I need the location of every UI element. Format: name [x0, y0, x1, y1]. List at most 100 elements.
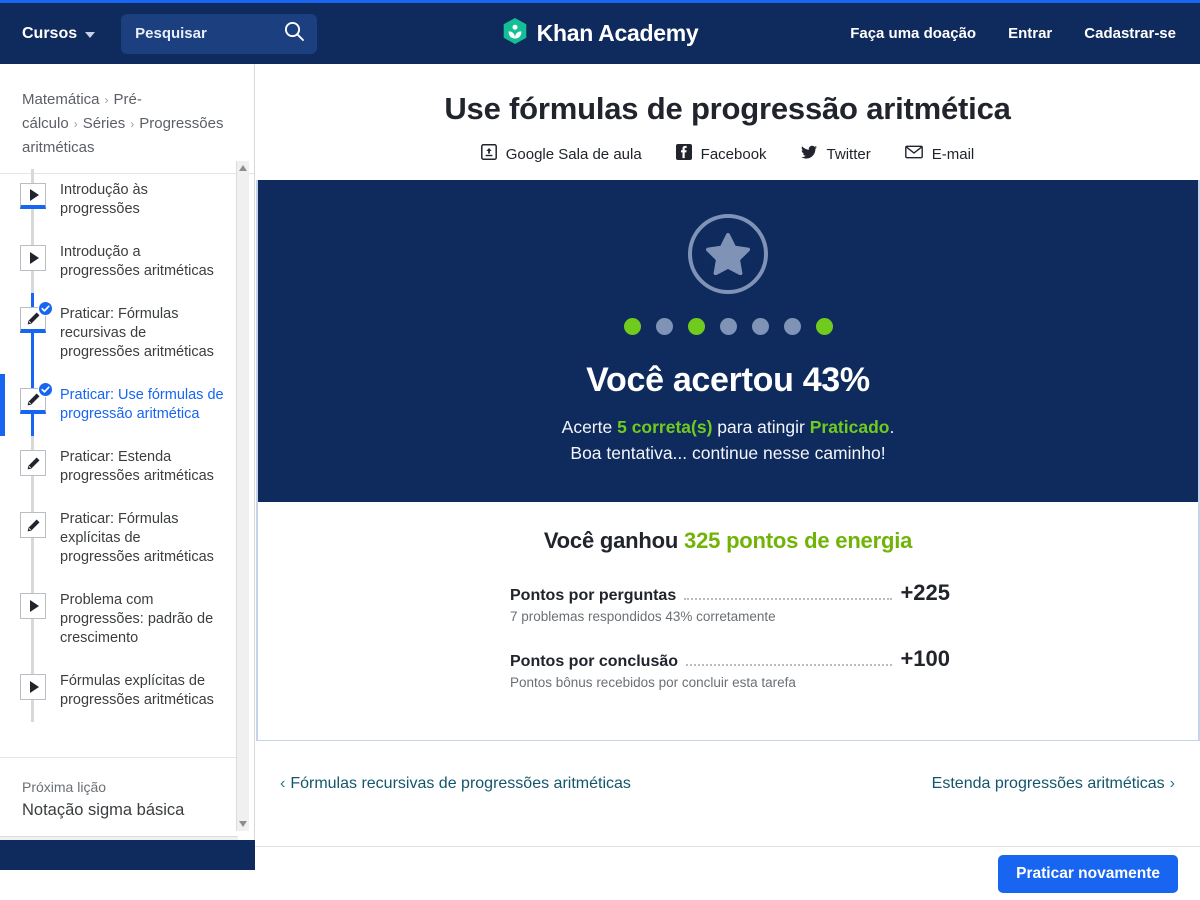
lesson-item-4[interactable]: Praticar: Estenda progressões aritmética…	[0, 436, 238, 498]
next-lesson-link[interactable]: Estenda progressões aritméticas ›	[932, 775, 1180, 793]
points-row-label: Pontos por perguntas	[510, 587, 677, 604]
previous-lesson-label: Fórmulas recursivas de progressões aritm…	[290, 775, 631, 792]
share-facebook[interactable]: Facebook	[675, 144, 767, 164]
breadcrumb-item-2[interactable]: Séries	[83, 115, 126, 132]
results-hero: Você acertou 43% Acerte 5 correta(s) par…	[258, 180, 1198, 502]
sidebar-bottom-strip	[0, 840, 255, 870]
lesson-item-7[interactable]: Fórmulas explícitas de progressões aritm…	[0, 660, 238, 722]
pencil-icon	[20, 512, 46, 538]
share-email[interactable]: E-mail	[904, 145, 975, 163]
video-icon	[20, 183, 46, 209]
exercise-icon-wrap	[20, 301, 53, 333]
lesson-list[interactable]: Introdução às progressões Introdução a p…	[0, 161, 238, 831]
share-label: Facebook	[700, 145, 767, 163]
lesson-pager: ‹ Fórmulas recursivas de progressões arit…	[255, 741, 1200, 793]
video-icon	[20, 245, 46, 271]
signup-link[interactable]: Cadastrar-se	[1084, 25, 1176, 42]
result-dot-6	[815, 318, 833, 335]
sidebar: Matemática › Pré-cálculo › Séries › Progressõe…	[0, 64, 255, 870]
google-classroom-icon	[480, 144, 497, 164]
lesson-item-3[interactable]: Praticar: Use fórmulas de progressão ari…	[0, 374, 238, 436]
top-navigation-bar: Cursos Pesquisar Khan Academy Faça uma d…	[0, 0, 1200, 64]
lesson-item-label: Introdução a progressões aritméticas	[60, 244, 214, 279]
lesson-item-label: Problema com progressões: padrão de cres…	[60, 592, 214, 646]
lesson-item-5[interactable]: Praticar: Fórmulas explícitas de progres…	[0, 498, 238, 579]
nav-left-group: Cursos Pesquisar	[0, 13, 318, 54]
leader-dots	[684, 598, 893, 600]
email-icon	[904, 145, 923, 163]
subtext-correct-count: 5 correta(s)	[617, 417, 713, 437]
chevron-right-icon: ›	[1169, 775, 1175, 792]
progress-rail	[31, 498, 34, 579]
next-lesson-section[interactable]: Próxima lição Notação sigma básica	[0, 757, 238, 832]
next-lesson-label: Próxima lição	[22, 779, 107, 795]
scroll-down-arrow-icon[interactable]	[239, 821, 247, 827]
donate-link[interactable]: Faça uma doação	[850, 25, 976, 42]
lesson-item-label: Praticar: Use fórmulas de progressão ari…	[60, 387, 224, 422]
encouragement-text: Boa tentativa... continue nesse caminho!	[570, 443, 886, 463]
lesson-item-6[interactable]: Problema com progressões: padrão de cres…	[0, 579, 238, 660]
points-row-questions: Pontos por perguntas +225 7 problemas re…	[258, 580, 1198, 624]
facebook-icon	[675, 144, 692, 164]
lesson-item-1[interactable]: Introdução a progressões aritméticas	[0, 231, 238, 293]
points-row-top: Pontos por conclusão +100	[510, 646, 950, 672]
lesson-item-2[interactable]: Praticar: Fórmulas recursivas de progres…	[0, 293, 238, 374]
result-dot-1	[655, 318, 673, 335]
completed-check-badge	[38, 301, 53, 316]
exercise-icon-wrap	[20, 382, 53, 414]
subtext-pre: Acerte	[561, 417, 618, 437]
energy-points-section: Você ganhou 325 pontos de energia Pontos…	[258, 502, 1198, 740]
twitter-icon	[800, 144, 818, 164]
progress-rail	[31, 579, 34, 660]
lesson-item-label: Introdução às progressões	[60, 182, 148, 217]
score-headline: Você acertou 43%	[586, 361, 870, 399]
subtext-level: Praticado	[809, 417, 890, 437]
courses-menu-button[interactable]: Cursos	[22, 25, 96, 43]
share-label: E-mail	[931, 145, 975, 163]
points-row-completion: Pontos por conclusão +100 Pontos bônus r…	[258, 646, 1198, 690]
share-label: Google Sala de aula	[505, 145, 642, 163]
points-row-value: +100	[900, 646, 950, 671]
breadcrumb: Matemática › Pré-cálculo › Séries › Progressõe…	[0, 64, 254, 174]
result-dot-2	[687, 318, 705, 335]
share-label: Twitter	[826, 145, 871, 163]
completed-check-badge	[38, 382, 53, 397]
share-google-classroom[interactable]: Google Sala de aula	[480, 144, 642, 164]
lesson-item-0[interactable]: Introdução às progressões	[0, 169, 238, 231]
lesson-item-label: Praticar: Estenda progressões aritmética…	[60, 449, 214, 484]
video-icon	[20, 593, 46, 619]
previous-lesson-link[interactable]: ‹ Fórmulas recursivas de progressões arit…	[275, 775, 631, 793]
lesson-item-label: Fórmulas explícitas de progressões aritm…	[60, 673, 214, 708]
result-dot-4	[751, 318, 769, 335]
search-input[interactable]: Pesquisar	[121, 13, 318, 54]
brand-name: Khan Academy	[536, 20, 699, 46]
star-badge-icon	[688, 214, 768, 294]
video-icon-wrap	[20, 674, 46, 700]
energy-points-heading: Você ganhou 325 pontos de energia	[258, 528, 1198, 554]
chevron-left-icon: ‹	[280, 775, 286, 792]
breadcrumb-item-0[interactable]: Matemática	[22, 91, 100, 108]
sidebar-vertical-scrollbar[interactable]	[236, 161, 249, 831]
video-icon-wrap	[20, 183, 46, 209]
share-twitter[interactable]: Twitter	[800, 144, 871, 164]
result-dot-3	[719, 318, 737, 335]
login-link[interactable]: Entrar	[1008, 25, 1052, 42]
footer-action-bar: Praticar novamente	[255, 846, 1200, 900]
points-row-sub: Pontos bônus recebidos por concluir esta…	[510, 675, 796, 690]
result-dot-5	[783, 318, 801, 335]
points-heading-pre: Você ganhou	[543, 528, 685, 553]
practice-again-button[interactable]: Praticar novamente	[998, 855, 1178, 893]
main-content: Use fórmulas de progressão aritmética Go…	[255, 64, 1200, 900]
results-card: Você acertou 43% Acerte 5 correta(s) par…	[256, 180, 1200, 741]
next-lesson-title: Notação sigma básica	[22, 801, 185, 819]
result-dot-0	[623, 318, 641, 335]
subtext-mid: para atingir	[712, 417, 810, 437]
scroll-up-arrow-icon[interactable]	[239, 165, 247, 171]
exercise-icon-wrap	[20, 512, 46, 538]
breadcrumb-chevron-icon: ›	[130, 117, 135, 131]
video-icon	[20, 674, 46, 700]
points-row-label: Pontos por conclusão	[510, 653, 679, 670]
khan-academy-exercise-results-page: Cursos Pesquisar Khan Academy Faça uma d…	[0, 0, 1200, 900]
question-result-dots	[258, 318, 1198, 335]
lesson-item-label: Praticar: Fórmulas recursivas de progres…	[60, 306, 214, 360]
